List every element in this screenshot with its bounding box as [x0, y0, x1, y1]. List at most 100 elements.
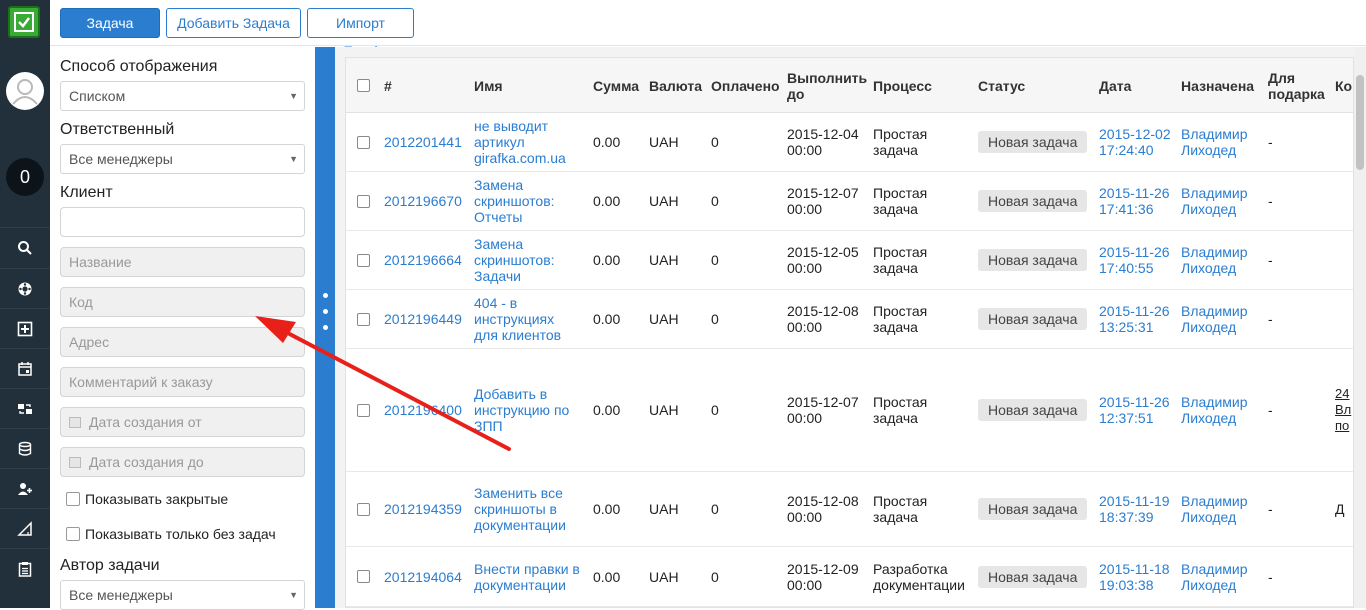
col-header-due[interactable]: Выполнить до — [787, 58, 867, 113]
panel-splitter[interactable] — [315, 47, 335, 608]
row-checkbox-cell[interactable] — [357, 172, 370, 230]
task-name-link[interactable]: Заменить все скриншоты в документации — [474, 472, 566, 546]
author-select[interactable]: Все менеджеры ▼ — [60, 580, 305, 610]
sum-cell-line: 0.00 — [593, 402, 621, 418]
assigned-user-link[interactable]: Владимир Лиходед — [1181, 290, 1248, 348]
row-checkbox-cell[interactable] — [357, 231, 370, 289]
row-checkbox-cell[interactable] — [357, 290, 370, 348]
task-name-link[interactable]: 404 - в инструкциях для клиентов — [474, 290, 561, 348]
created-date-link[interactable]: 2015-11-26 12:37:51 — [1099, 349, 1170, 471]
col-header-num[interactable]: # — [384, 58, 392, 113]
search-icon[interactable] — [0, 227, 50, 267]
assigned-user-link[interactable]: Владимир Лиходед — [1181, 547, 1248, 606]
display-mode-select[interactable]: Списком ▼ — [60, 81, 305, 111]
row-checkbox[interactable] — [357, 502, 370, 516]
row-checkbox-cell[interactable] — [357, 349, 370, 471]
task-name-link-line: документации — [474, 576, 566, 593]
clipboard-icon[interactable] — [0, 548, 50, 588]
col-header-sum[interactable]: Сумма — [593, 58, 639, 113]
sum-cell: 0.00 — [593, 349, 620, 471]
show-no-tasks-checkbox[interactable]: Показывать только без задач — [66, 526, 276, 542]
lifebuoy-icon[interactable] — [0, 268, 50, 308]
show-closed-checkbox[interactable]: Показывать закрытые — [66, 491, 228, 507]
select-all-checkbox-cell[interactable] — [357, 58, 377, 113]
database-icon[interactable] — [0, 428, 50, 468]
task-name-link[interactable]: Замена скриншотов: Отчеты — [474, 172, 555, 230]
table-row[interactable]: 2012196400 Добавить в инструкцию по ЗПП 0.00… — [346, 349, 1353, 472]
col-header-paid[interactable]: Оплачено — [711, 58, 780, 113]
row-checkbox[interactable] — [357, 403, 370, 417]
notification-counter[interactable]: 0 — [6, 158, 44, 196]
created-date-link[interactable]: 2015-11-26 17:40:55 — [1099, 231, 1170, 289]
row-checkbox[interactable] — [357, 570, 370, 583]
responsible-select[interactable]: Все менеджеры ▼ — [60, 144, 305, 174]
created-date-link[interactable]: 2015-11-18 19:03:38 — [1099, 547, 1170, 606]
assigned-user-link[interactable]: Владимир Лиходед — [1181, 113, 1248, 171]
assigned-user-link[interactable]: Владимир Лиходед — [1181, 472, 1248, 546]
assigned-user-link[interactable]: Владимир Лиходед — [1181, 172, 1248, 230]
add-box-icon[interactable] — [0, 308, 50, 348]
created-date-link[interactable]: 2015-11-26 17:41:36 — [1099, 172, 1170, 230]
select-all-checkbox[interactable] — [357, 79, 370, 92]
address-input[interactable]: Адрес — [60, 327, 305, 357]
scrollbar-thumb[interactable] — [1356, 75, 1364, 170]
table-row[interactable]: 2012196670 Замена скриншотов: Отчеты 0.00 UAH… — [346, 172, 1353, 231]
client-input[interactable] — [60, 207, 305, 237]
checkbox-box[interactable] — [66, 492, 80, 506]
row-checkbox[interactable] — [357, 194, 370, 208]
exchange-icon[interactable] — [0, 388, 50, 428]
checkbox-box[interactable] — [66, 527, 80, 541]
table-row[interactable]: 2012201441 не выводит артикул girafka.com.u… — [346, 113, 1353, 172]
table-row[interactable]: 2012196664 Замена скриншотов: Задачи 0.00 UAH… — [346, 231, 1353, 290]
task-id-link[interactable]: 2012196670 — [384, 172, 462, 230]
task-name-link[interactable]: не выводит артикул girafka.com.ua — [474, 113, 566, 171]
app-logo-check-icon[interactable] — [8, 6, 40, 38]
col-header-gift[interactable]: Для подарка — [1268, 58, 1325, 113]
col-header-name[interactable]: Имя — [474, 58, 503, 113]
due-date-cell-line: 00:00 — [787, 410, 823, 426]
row-checkbox-cell[interactable] — [357, 113, 370, 171]
row-checkbox[interactable] — [357, 253, 370, 267]
assigned-user-link[interactable]: Владимир Лиходед — [1181, 231, 1248, 289]
row-checkbox[interactable] — [357, 312, 370, 326]
table-row[interactable]: 2012196449 404 - в инструкциях для клиентов… — [346, 290, 1353, 349]
task-id-link[interactable]: 2012201441 — [384, 113, 462, 171]
task-name-link[interactable]: Внести правки в документации — [474, 547, 580, 606]
row-checkbox-cell[interactable] — [357, 472, 370, 546]
task-id-link[interactable]: 2012196400 — [384, 349, 462, 471]
user-avatar-icon[interactable] — [6, 72, 44, 110]
task-id-link[interactable]: 2012194359 — [384, 472, 462, 546]
created-date-link[interactable]: 2015-11-19 18:37:39 — [1099, 472, 1170, 546]
task-button[interactable]: Задача — [60, 8, 160, 38]
add-task-button[interactable]: Добавить Задача — [166, 8, 301, 38]
col-header-process[interactable]: Процесс — [873, 58, 932, 113]
row-checkbox[interactable] — [357, 135, 370, 149]
created-date-link[interactable]: 2015-11-26 13:25:31 — [1099, 290, 1170, 348]
date-to-input[interactable]: Дата создания до — [60, 447, 305, 477]
col-header-assigned[interactable]: Назначена — [1181, 58, 1254, 113]
col-header-status[interactable]: Статус — [978, 58, 1025, 113]
name-input[interactable]: Название — [60, 247, 305, 277]
table-row[interactable]: 2012194359 Заменить все скриншоты в докумен… — [346, 472, 1353, 547]
task-name-link[interactable]: Добавить в инструкцию по ЗПП — [474, 349, 569, 471]
currency-cell-line: UAH — [649, 311, 679, 327]
col-header-currency[interactable]: Валюта — [649, 58, 702, 113]
task-id-link[interactable]: 2012196664 — [384, 231, 462, 289]
row-checkbox-cell[interactable] — [357, 547, 370, 606]
assigned-user-link[interactable]: Владимир Лиходед — [1181, 349, 1248, 471]
order-comment-input[interactable]: Комментарий к заказу — [60, 367, 305, 397]
calendar-icon[interactable] — [0, 348, 50, 388]
ruler-icon[interactable] — [0, 508, 50, 548]
col-header-extra[interactable]: Ко — [1335, 58, 1352, 113]
task-name-link[interactable]: Замена скриншотов: Задачи — [474, 231, 555, 289]
task-id-link[interactable]: 2012194064 — [384, 547, 462, 606]
code-input[interactable]: Код — [60, 287, 305, 317]
vertical-scrollbar[interactable] — [1354, 47, 1366, 608]
add-user-icon[interactable] — [0, 468, 50, 508]
table-row[interactable]: 2012194064 Внести правки в документации 0.0… — [346, 547, 1353, 607]
col-header-date[interactable]: Дата — [1099, 58, 1131, 113]
created-date-link[interactable]: 2015-12-02 17:24:40 — [1099, 113, 1171, 171]
date-from-input[interactable]: Дата создания от — [60, 407, 305, 437]
import-excel-button[interactable]: Импорт Excel — [307, 8, 414, 59]
task-id-link[interactable]: 2012196449 — [384, 290, 462, 348]
